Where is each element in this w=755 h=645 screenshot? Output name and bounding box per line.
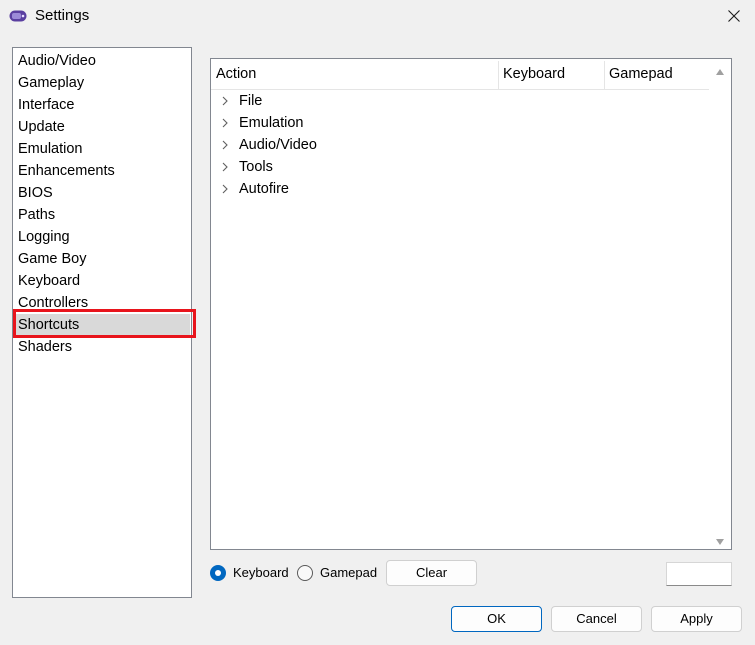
nav-item-bios[interactable]: BIOS xyxy=(16,182,190,204)
chevron-right-icon[interactable] xyxy=(221,134,231,156)
nav-item-paths[interactable]: Paths xyxy=(16,204,190,226)
cancel-button[interactable]: Cancel xyxy=(551,606,642,632)
nav-item-keyboard[interactable]: Keyboard xyxy=(16,270,190,292)
chevron-right-icon[interactable] xyxy=(221,90,231,112)
nav-item-shaders[interactable]: Shaders xyxy=(16,336,190,358)
column-header-gamepad[interactable]: Gamepad xyxy=(604,59,709,90)
chevron-right-icon[interactable] xyxy=(221,178,231,200)
column-header-keyboard[interactable]: Keyboard xyxy=(498,59,604,90)
tree-row-label: Audio/Video xyxy=(239,137,317,153)
tree-row-label: Tools xyxy=(239,159,273,175)
keyboard-radio[interactable] xyxy=(210,565,226,581)
tree-row-emulation[interactable]: Emulation xyxy=(211,112,709,134)
shortcut-binding-field[interactable] xyxy=(666,562,732,586)
ok-button[interactable]: OK xyxy=(451,606,542,632)
tree-header: Action Keyboard Gamepad xyxy=(211,59,709,90)
chevron-right-icon[interactable] xyxy=(221,156,231,178)
nav-item-update[interactable]: Update xyxy=(16,116,190,138)
gamepad-radio-label[interactable]: Gamepad xyxy=(320,565,377,581)
nav-item-audio-video[interactable]: Audio/Video xyxy=(16,50,190,72)
shortcuts-tree[interactable]: Action Keyboard Gamepad File Emulation A… xyxy=(210,58,732,550)
tree-row-label: File xyxy=(239,93,263,109)
chevron-right-icon[interactable] xyxy=(221,112,231,134)
tree-row-label: Autofire xyxy=(239,181,289,197)
nav-item-gameplay[interactable]: Gameplay xyxy=(16,72,190,94)
tree-row-file[interactable]: File xyxy=(211,90,709,112)
nav-item-logging[interactable]: Logging xyxy=(16,226,190,248)
keyboard-radio-label[interactable]: Keyboard xyxy=(233,565,289,581)
tree-row-audio-video[interactable]: Audio/Video xyxy=(211,134,709,156)
title-bar: Settings xyxy=(0,0,755,34)
close-button[interactable] xyxy=(712,0,755,32)
window-title: Settings xyxy=(35,7,90,24)
scroll-up-arrow-icon[interactable] xyxy=(714,65,726,77)
clear-button[interactable]: Clear xyxy=(386,560,477,586)
tree-row-tools[interactable]: Tools xyxy=(211,156,709,178)
scroll-down-arrow-icon[interactable] xyxy=(714,535,726,547)
nav-item-game-boy[interactable]: Game Boy xyxy=(16,248,190,270)
nav-item-enhancements[interactable]: Enhancements xyxy=(16,160,190,182)
nav-item-emulation[interactable]: Emulation xyxy=(16,138,190,160)
vertical-scrollbar[interactable] xyxy=(709,59,731,549)
apply-button[interactable]: Apply xyxy=(651,606,742,632)
mgba-app-icon xyxy=(9,9,27,22)
column-header-action[interactable]: Action xyxy=(211,59,498,90)
tree-row-label: Emulation xyxy=(239,115,304,131)
close-icon xyxy=(727,10,740,22)
gamepad-radio[interactable] xyxy=(297,565,313,581)
tree-row-autofire[interactable]: Autofire xyxy=(211,178,709,200)
settings-category-list[interactable]: Audio/Video Gameplay Interface Update Em… xyxy=(12,47,192,598)
nav-item-shortcuts[interactable]: Shortcuts xyxy=(16,314,190,336)
nav-item-controllers[interactable]: Controllers xyxy=(16,292,190,314)
nav-item-interface[interactable]: Interface xyxy=(16,94,190,116)
